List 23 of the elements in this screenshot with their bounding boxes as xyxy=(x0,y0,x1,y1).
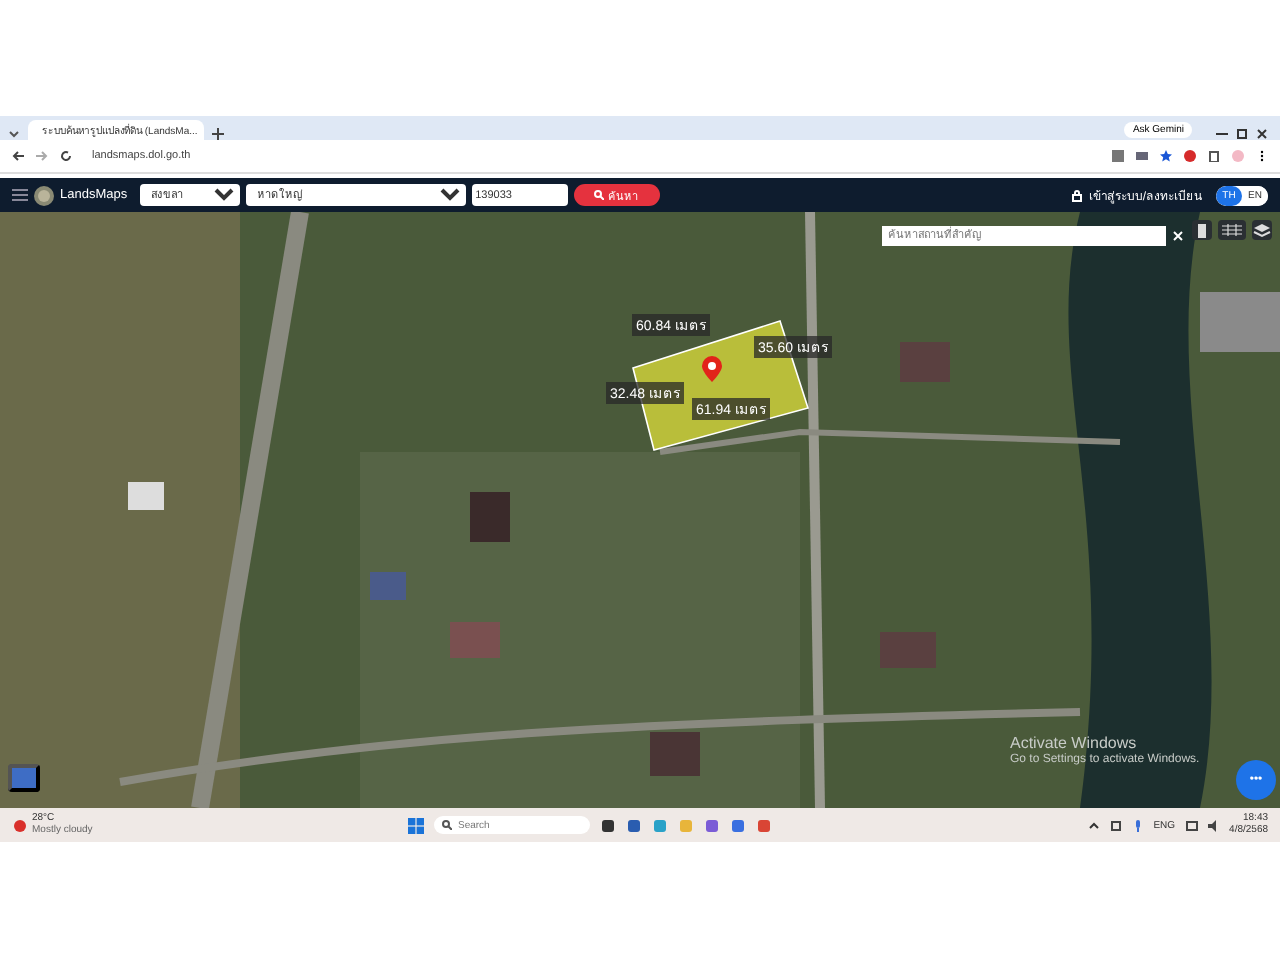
star-icon[interactable] xyxy=(1160,150,1172,162)
reload-icon[interactable] xyxy=(60,150,72,162)
plus-icon[interactable] xyxy=(212,128,224,140)
back-arrow-icon[interactable] xyxy=(12,150,24,162)
chevron-up-icon[interactable] xyxy=(1087,819,1100,831)
maximize-icon[interactable] xyxy=(1236,128,1248,140)
windows-start-icon[interactable] xyxy=(408,817,424,833)
layers-icon[interactable] xyxy=(1252,220,1272,240)
close-icon[interactable] xyxy=(1256,128,1268,140)
chevron-down-icon[interactable] xyxy=(8,128,20,140)
minimize-icon[interactable] xyxy=(1216,128,1228,140)
menu-icon[interactable] xyxy=(12,188,28,202)
more-icon[interactable] xyxy=(1256,150,1268,162)
watermark-title: Activate Windows xyxy=(1010,736,1139,753)
grid-icon[interactable] xyxy=(1218,220,1246,240)
monitor-icon[interactable] xyxy=(1185,819,1198,831)
measure-tool-button[interactable] xyxy=(8,764,40,792)
lock-icon xyxy=(1072,189,1083,201)
search-icon xyxy=(594,190,605,200)
search-icon xyxy=(442,820,452,830)
speaker-icon[interactable] xyxy=(1207,819,1220,831)
logo-icon xyxy=(34,185,54,205)
map-pin-icon xyxy=(702,356,722,382)
